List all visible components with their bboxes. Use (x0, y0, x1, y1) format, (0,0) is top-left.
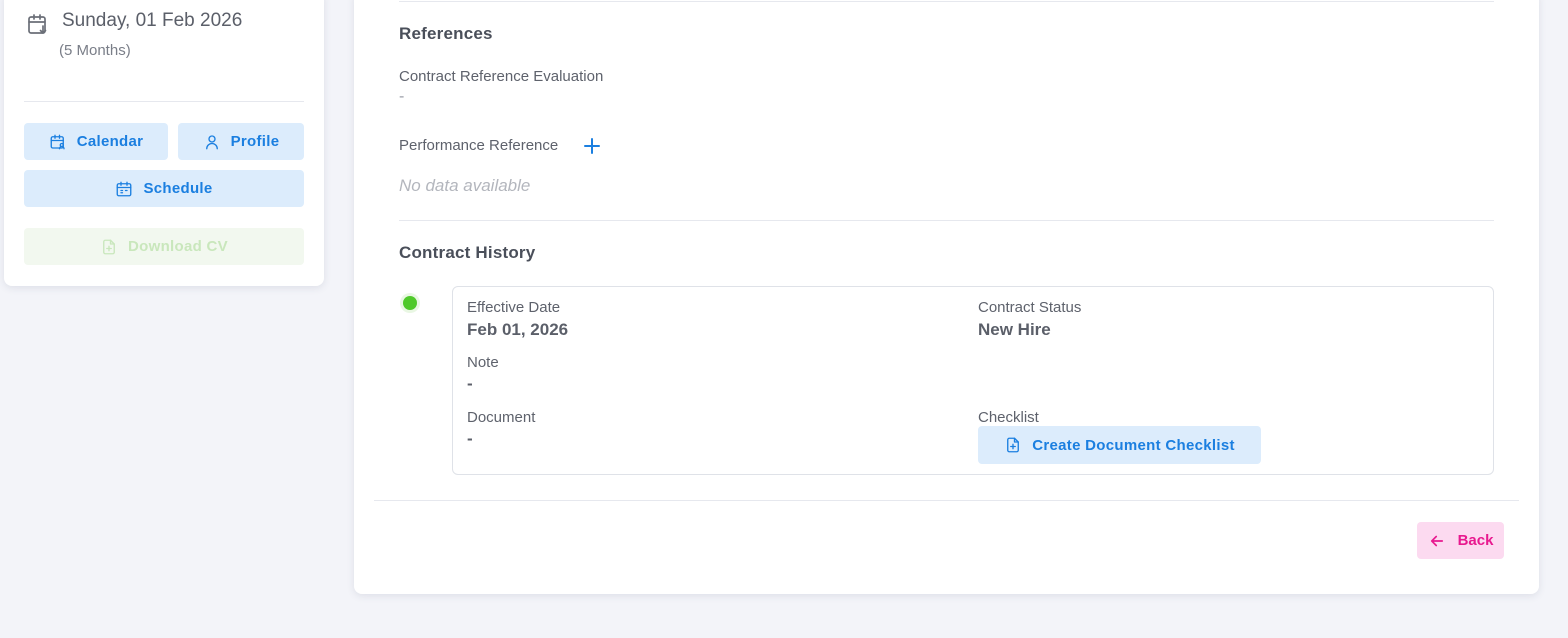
status-dot-inner (403, 296, 417, 310)
contract-status-value: New Hire (978, 320, 1051, 339)
contract-history-title: Contract History (399, 243, 536, 262)
file-plus-icon (1007, 437, 1020, 453)
effective-date-label: Effective Date (467, 299, 561, 316)
back-button[interactable]: Back (1417, 522, 1504, 559)
status-dot (400, 293, 420, 313)
schedule-button-label: Schedule (143, 180, 213, 197)
calendar-button-label: Calendar (76, 133, 144, 150)
divider (399, 1, 1494, 2)
contract-detail-card: References Contract Reference Evaluation… (354, 0, 1539, 594)
download-cv-button[interactable]: Download CV (24, 228, 304, 265)
download-cv-button-label: Download CV (128, 238, 228, 255)
references-title: References (399, 24, 493, 43)
contract-reference-value: - (399, 88, 405, 105)
profile-button-label: Profile (230, 133, 280, 150)
user-icon (205, 134, 218, 149)
document-label: Document (467, 409, 536, 426)
arrow-left-icon (1430, 535, 1443, 546)
performance-reference-label: Performance Reference (399, 137, 559, 154)
contract-history-entry: Effective Date Feb 01, 2026 Contract Sta… (452, 286, 1494, 475)
file-icon (103, 239, 115, 254)
calendar-user-icon (50, 134, 65, 149)
contract-reference-label: Contract Reference Evaluation (399, 68, 604, 85)
calendar-icon (117, 181, 132, 196)
contract-status-label: Contract Status (978, 299, 1082, 316)
divider (399, 220, 1494, 221)
create-document-checklist-label: Create Document Checklist (1032, 436, 1235, 454)
note-value: - (467, 374, 473, 393)
contract-duration: (5 Months) (59, 42, 131, 59)
create-document-checklist-button[interactable]: Create Document Checklist (978, 426, 1261, 464)
profile-button[interactable]: Profile (178, 123, 304, 160)
performance-reference-empty: No data available (399, 176, 531, 195)
contract-end-date-row: Sunday, 01 Feb 2026 (26, 10, 242, 36)
note-label: Note (467, 354, 499, 371)
schedule-button[interactable]: Schedule (24, 170, 304, 207)
divider (374, 500, 1519, 501)
checklist-label: Checklist (978, 409, 1039, 426)
contract-end-date: Sunday, 01 Feb 2026 (62, 10, 243, 31)
add-performance-reference-icon[interactable] (582, 136, 602, 156)
employee-summary-card: Sunday, 01 Feb 2026 (5 Months) Calendar … (4, 0, 324, 286)
document-value: - (467, 429, 473, 448)
calendar-arrow-icon (28, 14, 47, 34)
divider (24, 101, 304, 102)
back-button-label: Back (1457, 532, 1494, 549)
calendar-button[interactable]: Calendar (24, 123, 168, 160)
effective-date-value: Feb 01, 2026 (467, 320, 569, 339)
